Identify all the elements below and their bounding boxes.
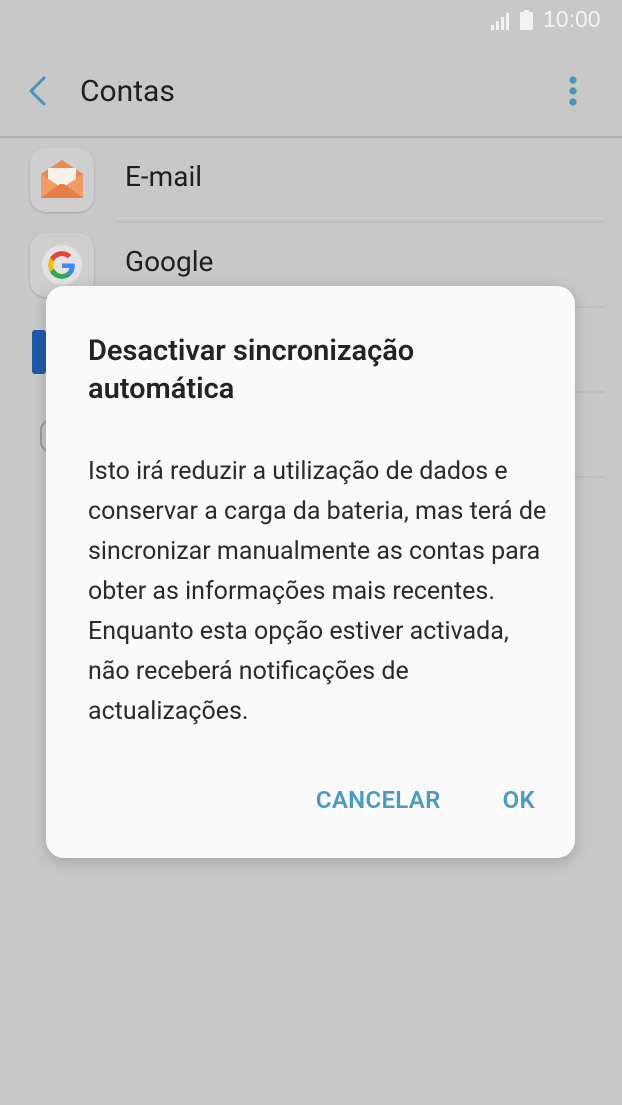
screen: 10:00 Contas E-mail Google Desactivar si… [0, 0, 622, 1105]
dialog-actions: CANCELAR OK [316, 783, 535, 817]
app-bar: Contas [0, 44, 622, 138]
email-app-icon [30, 148, 94, 212]
account-label-email: E-mail [125, 160, 203, 193]
cancel-button[interactable]: CANCELAR [316, 783, 441, 817]
status-bar: 10:00 [0, 0, 622, 44]
signal-icon [491, 13, 509, 30]
account-label-google: Google [125, 245, 214, 278]
disable-auto-sync-dialog: Desactivar sincronização automática Isto… [46, 286, 575, 858]
more-options-icon[interactable] [558, 72, 588, 110]
status-time: 10:00 [543, 6, 601, 32]
account-item-email[interactable]: E-mail [0, 138, 622, 223]
page-title: Contas [80, 74, 175, 109]
dialog-title: Desactivar sincronização automática [88, 334, 415, 406]
ok-button[interactable]: OK [503, 783, 535, 817]
email-envelope-icon [41, 160, 83, 198]
back-arrow-icon[interactable] [20, 72, 56, 110]
battery-icon [520, 10, 533, 30]
dialog-message: Isto irá reduzir a utilização de dados e… [88, 457, 547, 726]
